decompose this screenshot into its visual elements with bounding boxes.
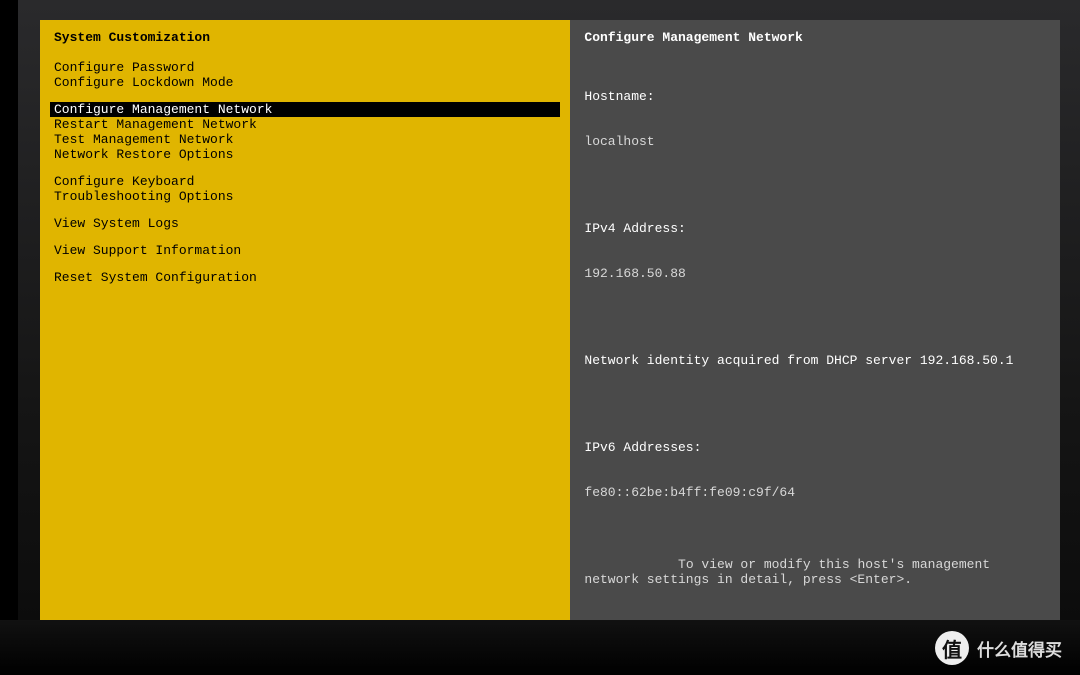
- dhcp-block: Network identity acquired from DHCP serv…: [584, 323, 1046, 398]
- menu-item[interactable]: View Support Information: [50, 243, 560, 258]
- dcui-content: System Customization Configure PasswordC…: [40, 20, 1060, 649]
- menu-item[interactable]: Configure Management Network: [50, 102, 560, 117]
- left-pane-title: System Customization: [40, 20, 570, 54]
- hostname-block: Hostname: localhost: [584, 59, 1046, 179]
- menu-group: View Support Information: [50, 243, 560, 258]
- hostname-value: localhost: [584, 134, 1046, 149]
- hint-text: To view or modify this host's management…: [584, 557, 998, 587]
- ipv4-block: IPv4 Address: 192.168.50.88: [584, 191, 1046, 311]
- menu-item[interactable]: Configure Lockdown Mode: [50, 75, 560, 90]
- menu-group: Reset System Configuration: [50, 270, 560, 285]
- ipv6-label: IPv6 Addresses:: [584, 440, 1046, 455]
- menu-item[interactable]: Restart Management Network: [50, 117, 560, 132]
- bezel-bottom: [0, 620, 1080, 675]
- left-title-text: System Customization: [54, 30, 210, 45]
- right-pane-body: Hostname: localhost IPv4 Address: 192.16…: [570, 53, 1060, 620]
- menu-item[interactable]: Test Management Network: [50, 132, 560, 147]
- watermark: 值 什么值得买: [935, 631, 1062, 665]
- right-pane: Configure Management Network Hostname: l…: [570, 20, 1060, 649]
- menu-group: Configure KeyboardTroubleshooting Option…: [50, 174, 560, 204]
- menu-group: View System Logs: [50, 216, 560, 231]
- watermark-icon: 值: [935, 631, 969, 665]
- menu-item[interactable]: Troubleshooting Options: [50, 189, 560, 204]
- ipv4-value: 192.168.50.88: [584, 266, 1046, 281]
- right-title-text: Configure Management Network: [584, 30, 802, 45]
- hostname-label: Hostname:: [584, 89, 1046, 104]
- menu-item[interactable]: View System Logs: [50, 216, 560, 231]
- menu-item[interactable]: Configure Password: [50, 60, 560, 75]
- ipv4-label: IPv4 Address:: [584, 221, 1046, 236]
- left-pane: System Customization Configure PasswordC…: [40, 20, 570, 649]
- dhcp-line: Network identity acquired from DHCP serv…: [584, 353, 1046, 368]
- hint-block: To view or modify this host's management…: [584, 542, 1046, 602]
- monitor-frame: System Customization Configure PasswordC…: [0, 0, 1080, 675]
- menu-group: Configure Management NetworkRestart Mana…: [50, 102, 560, 162]
- ipv6-block: IPv6 Addresses: fe80::62be:b4ff:fe09:c9f…: [584, 410, 1046, 530]
- screen-area: System Customization Configure PasswordC…: [40, 20, 1060, 600]
- menu-item[interactable]: Configure Keyboard: [50, 174, 560, 189]
- menu-list: Configure PasswordConfigure Lockdown Mod…: [40, 54, 570, 297]
- menu-item[interactable]: Network Restore Options: [50, 147, 560, 162]
- watermark-icon-glyph: 值: [942, 634, 962, 663]
- right-pane-title: Configure Management Network: [570, 20, 1060, 53]
- menu-item[interactable]: Reset System Configuration: [50, 270, 560, 285]
- menu-group: Configure PasswordConfigure Lockdown Mod…: [50, 60, 560, 90]
- watermark-text: 什么值得买: [977, 636, 1062, 661]
- bezel-left: [0, 0, 18, 675]
- ipv6-value: fe80::62be:b4ff:fe09:c9f/64: [584, 485, 1046, 500]
